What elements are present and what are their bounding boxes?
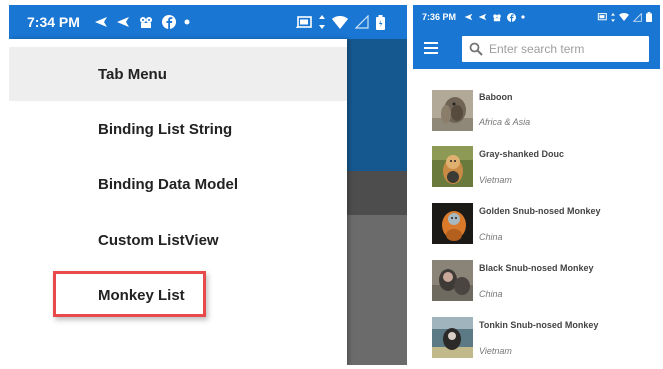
- black-snub-nosed-monkey-photo: [432, 260, 473, 301]
- drawer-item-label: Custom ListView: [98, 231, 219, 249]
- drawer-item-label: Binding Data Model: [98, 175, 238, 193]
- send-icon: [94, 16, 108, 28]
- battery-icon: [376, 14, 385, 30]
- monkey-list-item[interactable]: Golden Snub-nosed Monkey China: [413, 199, 660, 256]
- status-bar: 7:36 PM: [413, 5, 660, 29]
- monkey-location: Vietnam: [479, 175, 512, 185]
- status-bar: 7:34 PM: [9, 5, 407, 39]
- mascot-icon: [138, 15, 154, 29]
- monkey-list-item[interactable]: Baboon Africa & Asia: [413, 85, 660, 142]
- drawer-item-binding-data-model[interactable]: Binding Data Model: [9, 157, 347, 211]
- mascot-icon: [492, 13, 502, 22]
- search-input[interactable]: Enter search term: [462, 36, 649, 62]
- wifi-icon: [619, 13, 629, 21]
- monkey-location: China: [479, 232, 503, 242]
- monkey-name: Baboon: [479, 92, 513, 102]
- drawer-item-label: Binding List String: [98, 120, 233, 138]
- golden-snub-nosed-monkey-photo: [432, 203, 473, 244]
- app-content-background: [347, 171, 407, 215]
- cast-icon: [296, 15, 312, 29]
- app-content-background: [347, 215, 407, 365]
- monkey-name: Gray-shanked Douc: [479, 149, 565, 159]
- monkey-list-item[interactable]: Black Snub-nosed Monkey China: [413, 256, 660, 313]
- send-icon: [116, 16, 130, 28]
- facebook-icon: [507, 12, 517, 22]
- drawer-item-binding-list-string[interactable]: Binding List String: [9, 102, 347, 156]
- search-placeholder: Enter search term: [489, 42, 585, 56]
- monkey-list-item[interactable]: Tonkin Snub-nosed Monkey Vietnam: [413, 313, 660, 365]
- monkey-location: Vietnam: [479, 346, 512, 356]
- drawer-item-custom-listview[interactable]: Custom ListView: [9, 213, 347, 267]
- navigation-drawer: Tab Menu Binding List String Binding Dat…: [9, 39, 347, 365]
- no-signal-icon: [633, 12, 642, 22]
- data-arrows-icon: [319, 15, 325, 29]
- facebook-icon: [161, 15, 176, 29]
- highlight-box: [53, 271, 206, 317]
- app-header-background: [347, 39, 407, 171]
- monkey-name: Tonkin Snub-nosed Monkey: [479, 320, 599, 330]
- battery-icon: [646, 12, 652, 22]
- monkey-name: Black Snub-nosed Monkey: [479, 263, 594, 273]
- dot-icon: [521, 15, 525, 19]
- drawer-item-label: Tab Menu: [98, 65, 167, 83]
- no-signal-icon: [355, 15, 369, 29]
- status-time: 7:36 PM: [422, 12, 457, 22]
- send-icon: [464, 13, 473, 21]
- left-phone-screen: 7:34 PM Tab Menu Binding List String Bin…: [9, 5, 407, 365]
- gray-shanked-douc-photo: [432, 146, 473, 187]
- drawer-item-tab-menu[interactable]: Tab Menu: [9, 47, 347, 101]
- send-icon: [478, 13, 487, 21]
- toolbar: Enter search term: [413, 29, 660, 69]
- dot-icon: [184, 19, 190, 25]
- tonkin-snub-nosed-monkey-photo: [432, 317, 473, 358]
- status-time: 7:34 PM: [27, 14, 80, 30]
- data-arrows-icon: [611, 12, 615, 22]
- monkey-location: China: [479, 289, 503, 299]
- search-icon: [469, 42, 483, 56]
- monkey-list-item[interactable]: Gray-shanked Douc Vietnam: [413, 142, 660, 199]
- hamburger-icon[interactable]: [424, 42, 438, 54]
- monkey-location: Africa & Asia: [479, 117, 531, 127]
- monkey-name: Golden Snub-nosed Monkey: [479, 206, 601, 216]
- right-phone-screen: 7:36 PM Enter search term Baboon Africa …: [413, 5, 660, 365]
- cast-icon: [597, 13, 607, 21]
- baboon-photo: [432, 90, 473, 131]
- wifi-icon: [332, 15, 348, 29]
